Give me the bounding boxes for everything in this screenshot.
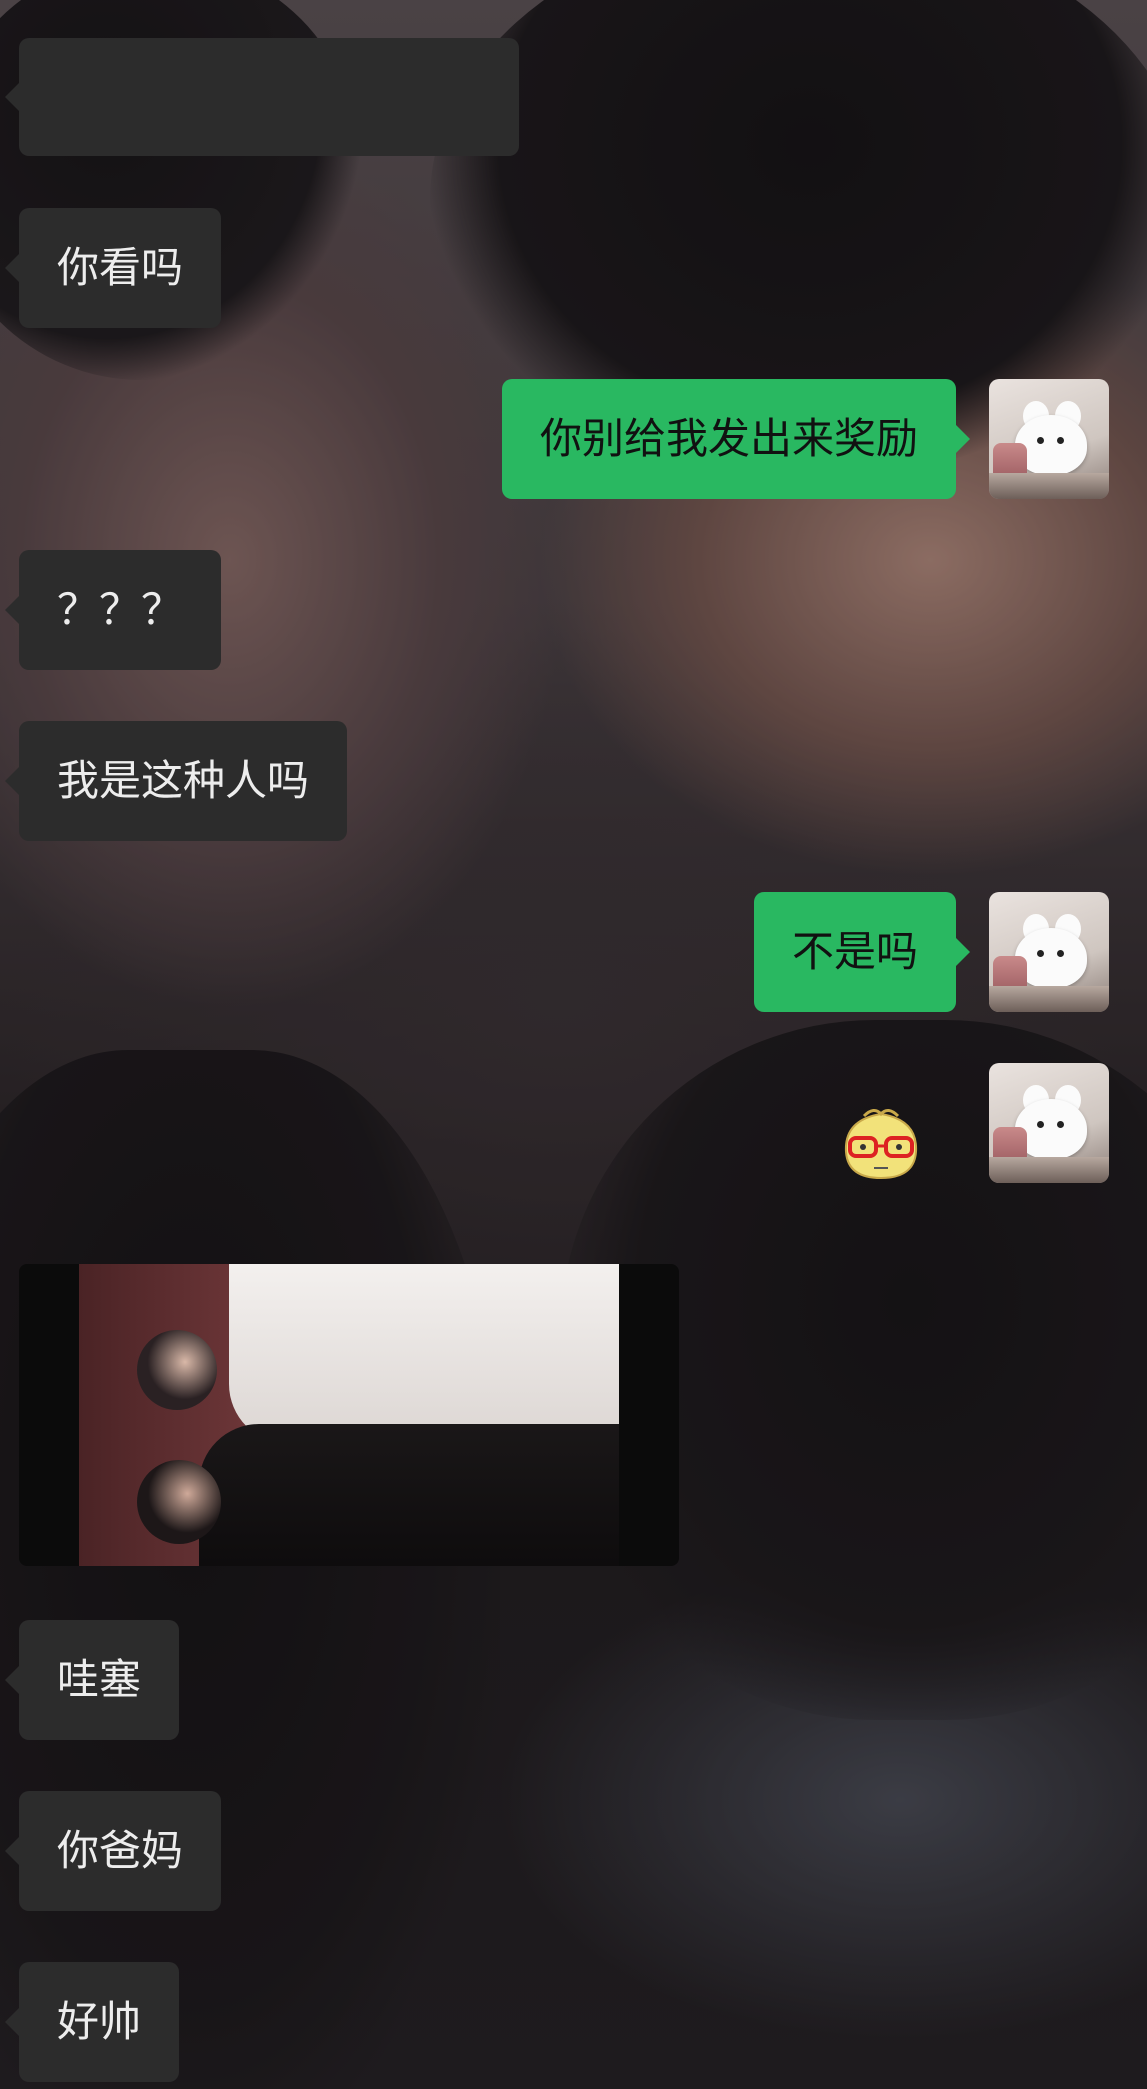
message-bubble-outgoing[interactable]: 不是吗 [753,892,971,1012]
message-bubble-redacted[interactable] [5,38,519,156]
message-text: 你别给我发出来奖励 [539,414,918,463]
message-text: 哇塞 [57,1655,142,1704]
message-text: ？？？ [57,585,184,634]
message-bubble-incoming[interactable]: 你看吗 [4,208,222,328]
message-text: 我是这种人吗 [57,756,310,805]
message-bubble-incoming[interactable]: 哇塞 [4,1620,180,1740]
message-text: 好帅 [57,1997,142,2046]
bunny-avatar-icon[interactable] [989,379,1109,499]
message-text: 不是吗 [791,927,918,976]
message-bubble-outgoing[interactable]: 你别给我发出来奖励 [501,379,971,499]
glasses-face-sticker-icon[interactable] [834,1100,928,1182]
bunny-avatar-icon[interactable] [989,892,1109,1012]
message-bubble-incoming[interactable]: 你爸妈 [4,1791,222,1911]
bunny-avatar-icon[interactable] [989,1063,1109,1183]
message-bubble-incoming[interactable]: 我是这种人吗 [4,721,348,841]
message-text: 你看吗 [57,243,184,292]
message-text: 你爸妈 [57,1826,184,1875]
photo-thumbnail [79,1264,619,1566]
message-bubble-incoming[interactable]: ？？？ [4,550,222,670]
chat-message-list[interactable]: 你看吗 你别给我发出来奖励 ？？？ 我是这种人吗 不是吗 哇塞 你爸妈 好帅 [0,0,1147,2089]
image-message[interactable] [19,1264,679,1566]
message-bubble-incoming[interactable]: 好帅 [4,1962,180,2082]
